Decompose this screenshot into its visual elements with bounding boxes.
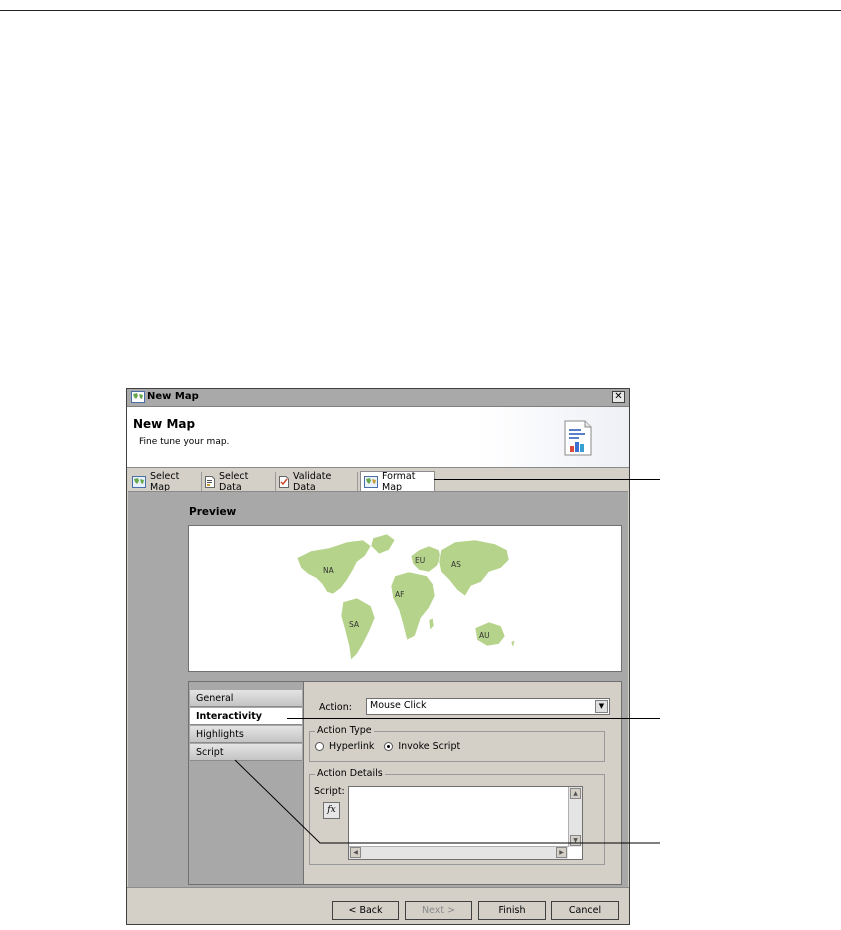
- callout-line-script: [234, 759, 660, 844]
